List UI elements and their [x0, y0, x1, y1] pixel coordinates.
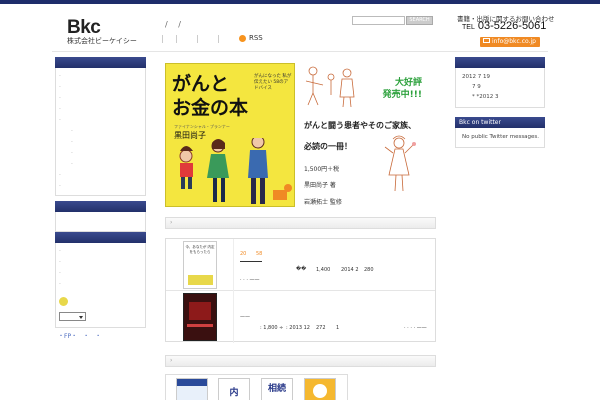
subcategory-item[interactable]: · [59, 126, 145, 137]
category-item[interactable]: · [59, 104, 145, 115]
subcategory-item[interactable]: · [59, 159, 145, 170]
book-pages: 280 [364, 267, 374, 273]
woman-sketch-illustration [384, 135, 416, 192]
left-widget-box [55, 212, 146, 232]
header-divider [52, 51, 548, 52]
category-item[interactable]: · [59, 71, 145, 82]
link-item[interactable]: · [59, 268, 145, 279]
promo-headline-line: 発売中!!! [382, 90, 422, 100]
subcategory-item[interactable]: · [59, 148, 145, 159]
book-thumbnail[interactable] [176, 378, 208, 400]
category-item[interactable]: · [59, 170, 145, 181]
book-thumbnail[interactable] [304, 378, 336, 400]
company-name: 株式会社ビーケイシー [67, 37, 137, 45]
telephone-number: TEL 03-5226-5061 [462, 20, 546, 32]
badge-icon [59, 297, 68, 306]
promo-price: 1,500円＋税 [304, 166, 340, 173]
subcategory-item[interactable]: · [59, 137, 145, 148]
twitter-message: No public Twitter messages. [462, 134, 540, 140]
right-widget-header [455, 57, 545, 68]
category-item[interactable]: · [59, 93, 145, 104]
family-sketch-illustration [305, 66, 355, 108]
category-item[interactable]: · [59, 181, 145, 192]
header-menu-divider [197, 35, 198, 43]
book-row[interactable]: 今、あなたが 内定 をもらったら 20 58 �� 1,400 2014 2 2… [166, 239, 435, 291]
book-dash: —— [240, 314, 250, 320]
category-item[interactable]: · [59, 115, 145, 126]
book-date: : 2013 12 [286, 325, 310, 331]
right-sidebar: 2012 7 19 7 9 * *2012 3 Bkc on twitter N… [455, 57, 545, 148]
mail-icon [483, 38, 490, 43]
section-bar[interactable]: › [165, 355, 436, 367]
header-menu-dividers [162, 35, 247, 43]
left-widget-header [55, 57, 146, 68]
news-item[interactable]: 7 9 [462, 82, 541, 92]
book-thumbnail-strip: 内 相続 [165, 374, 348, 400]
book-thumbnail[interactable]: 内 [218, 378, 250, 400]
left-widget-header [55, 232, 146, 243]
cover-subtitle: がんになった 私が伝えたい 58のアドバイス [254, 74, 292, 91]
promo-copy: がんと闘う患者やそのご家族、 [304, 121, 416, 130]
news-item[interactable]: 2012 7 19 [462, 72, 541, 82]
book-row[interactable]: —— : 1,800 ÷ : 2013 12 272 1 · · · · —— [166, 291, 435, 343]
rss-link[interactable]: RSS [239, 34, 263, 42]
book-cover[interactable]: がんと お金の本 がんになった 私が伝えたい 58のアドバイス ファイナンシャル… [165, 63, 295, 207]
book-meta: 58 [256, 251, 263, 257]
promo-headline: 大好評 発売中!!! [362, 77, 422, 101]
header-menu-divider [176, 35, 177, 43]
email-button[interactable]: info@bkc.co.jp [480, 37, 540, 47]
book-thumbnail[interactable] [183, 293, 217, 341]
book-pages: 272 [316, 325, 326, 331]
rss-label: RSS [249, 34, 263, 42]
book-more[interactable]: · · · · —— [404, 325, 427, 331]
cover-title-line: お金の本 [172, 97, 249, 119]
promo-author: 黒田尚子 著 [304, 182, 336, 189]
left-widget-header [55, 201, 146, 212]
header-nav-links[interactable]: / / [165, 20, 225, 29]
book-thumbnail[interactable]: 今、あなたが 内定 をもらったら [183, 241, 217, 289]
book-meta: 20 [240, 251, 247, 257]
book-mark: �� [296, 266, 307, 272]
search-input[interactable] [352, 16, 405, 25]
header-menu-divider [218, 35, 219, 43]
news-list: 2012 7 19 7 9 * *2012 3 [455, 68, 545, 108]
link-item[interactable]: · [59, 246, 145, 257]
tel-number: 03-5226-5061 [477, 20, 547, 32]
archive-select[interactable] [59, 312, 86, 321]
left-link-list: · · · · [55, 243, 146, 328]
category-list: · · · · · · · · · · · [55, 68, 146, 196]
section-bar[interactable]: › [165, 217, 436, 229]
book-thumbnail-text: 相続 [267, 384, 286, 394]
promo-headline-line: 大好評 [394, 78, 422, 88]
twitter-widget: No public Twitter messages. [455, 128, 545, 148]
link-item[interactable]: · [59, 257, 145, 268]
email-address: info@bkc.co.jp [492, 38, 536, 45]
book-count: 1 [336, 325, 340, 331]
book-more[interactable]: · · · —— [240, 277, 260, 283]
category-item[interactable]: · [59, 82, 145, 93]
tel-prefix: TEL [462, 24, 475, 31]
top-accent-bar [0, 0, 600, 4]
cover-title: がんと お金の本 [172, 72, 248, 120]
family-illustration [179, 138, 292, 204]
fp-links[interactable]: ・FP・ ・ ・ [55, 328, 146, 343]
rss-icon [239, 34, 246, 42]
link-item[interactable]: · [59, 279, 145, 290]
search-button[interactable]: SEARCH [406, 16, 433, 25]
promo-copy-emphasis: 必読の一冊！ [304, 142, 352, 151]
book-date: 2014 2 [341, 267, 359, 273]
book-price: : 1,800 ÷ [260, 325, 284, 331]
book-list: 今、あなたが 内定 をもらったら 20 58 �� 1,400 2014 2 2… [165, 238, 436, 343]
cover-title-line: がんと [172, 73, 230, 95]
left-sidebar: · · · · · · · · · · · · · · · ・FP・ ・ ・ [55, 57, 146, 343]
book-thumbnail[interactable]: 相続 [261, 378, 293, 400]
book-thumbnail-text: 今、あなたが 内定 をもらったら [185, 245, 215, 254]
promo-supervisor: 岩瀬拓士 監修 [304, 199, 342, 206]
news-item[interactable]: * *2012 3 [462, 92, 541, 102]
twitter-widget-header: Bkc on twitter [455, 117, 545, 128]
book-price: 1,400 [316, 267, 331, 273]
